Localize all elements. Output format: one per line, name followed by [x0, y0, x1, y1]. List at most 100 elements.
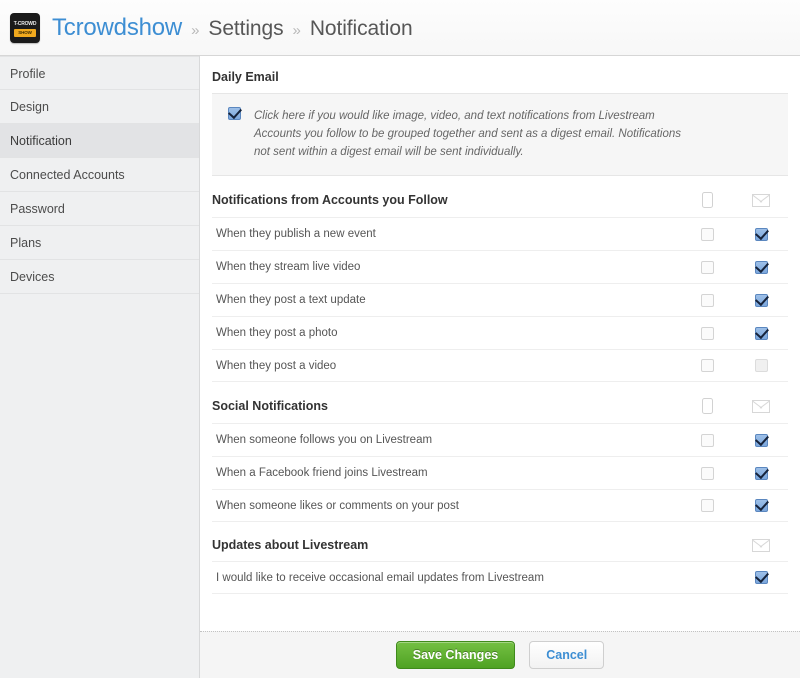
row-label: I would like to receive occasional email… [216, 571, 544, 584]
row-label: When they stream live video [216, 261, 361, 273]
email-notification-checkbox[interactable] [754, 326, 768, 340]
daily-email-description: Click here if you would like image, vide… [254, 110, 682, 158]
table-cell [680, 499, 734, 512]
table-cell [680, 293, 734, 307]
table-row: When someone likes or comments on your p… [212, 489, 788, 522]
table-row: When they publish a new event [212, 217, 788, 250]
breadcrumb-separator-icon: » [292, 21, 301, 39]
sidebar-item-label: Notification [10, 134, 72, 148]
section-title: Updates about Livestream [212, 538, 369, 552]
envelope-icon [752, 538, 770, 552]
notification-section: Updates about Livestream I would like to … [212, 522, 788, 594]
breadcrumb-account[interactable]: Tcrowdshow [52, 14, 182, 42]
logo-text-secondary: SHOW [14, 28, 36, 37]
table-cell [680, 359, 734, 372]
sidebar-item-label: Devices [10, 270, 55, 284]
mobile-notification-checkbox[interactable] [700, 293, 714, 307]
phone-icon [701, 192, 713, 208]
section-title: Social Notifications [212, 399, 328, 413]
mobile-notification-checkbox[interactable] [700, 326, 714, 340]
row-label: When they post a video [216, 359, 337, 372]
table-cell [680, 227, 734, 241]
table-cell [680, 326, 734, 340]
table-cell [734, 538, 788, 552]
sidebar-item-profile[interactable]: Profile [0, 56, 199, 90]
sidebar-item-design[interactable]: Design [0, 90, 199, 124]
sidebar-item-label: Design [10, 100, 49, 114]
table-cell [734, 326, 788, 340]
email-notification-checkbox[interactable] [754, 359, 768, 372]
form-footer: Save Changes Cancel [200, 631, 800, 678]
table-row: When someone follows you on Livestream [212, 423, 788, 456]
row-label: When they post a photo [216, 327, 338, 339]
email-notification-checkbox[interactable] [754, 499, 768, 512]
mobile-notification-checkbox[interactable] [700, 466, 714, 480]
row-label: When they post a text update [216, 294, 366, 306]
daily-email-title: Daily Email [212, 70, 279, 84]
envelope-icon [752, 193, 770, 207]
mobile-notification-checkbox[interactable] [700, 433, 714, 447]
email-notification-checkbox[interactable] [754, 571, 768, 584]
settings-sidebar: Profile Design Notification Connected Accou… [0, 56, 200, 678]
table-cell [734, 499, 788, 512]
notification-sections: Notifications from Accounts you Follow Wh… [212, 176, 788, 594]
notification-section: Social Notifications When someone follows… [212, 382, 788, 522]
table-cell [680, 466, 734, 480]
app-header: T-CROWD SHOW Tcrowdshow » Settings » Not… [0, 0, 800, 56]
daily-email-banner: Click here if you would like image, vide… [212, 93, 788, 176]
email-notification-checkbox[interactable] [754, 433, 768, 447]
table-cell [680, 192, 734, 208]
mobile-notification-checkbox[interactable] [700, 359, 714, 372]
notification-section: Notifications from Accounts you Follow Wh… [212, 176, 788, 382]
logo-text-primary: T-CROWD [13, 20, 37, 27]
sidebar-item-plans[interactable]: Plans [0, 226, 199, 260]
section-header: Notifications from Accounts you Follow [212, 176, 788, 217]
breadcrumb-notification: Notification [309, 16, 413, 40]
page-body: Profile Design Notification Connected Accou… [0, 56, 800, 678]
email-notification-checkbox[interactable] [754, 466, 768, 480]
account-logo: T-CROWD SHOW [10, 12, 40, 43]
sidebar-item-devices[interactable]: Devices [0, 260, 199, 294]
breadcrumb: Tcrowdshow » Settings » Notification [52, 14, 413, 42]
phone-icon [701, 398, 713, 414]
email-notification-checkbox[interactable] [754, 260, 768, 274]
table-row: I would like to receive occasional email… [212, 561, 788, 594]
sidebar-item-password[interactable]: Password [0, 192, 199, 226]
table-cell [680, 260, 734, 274]
section-header: Social Notifications [212, 382, 788, 423]
mobile-notification-checkbox[interactable] [700, 227, 714, 241]
table-cell [734, 359, 788, 372]
sidebar-item-connected-accounts[interactable]: Connected Accounts [0, 158, 199, 192]
section-title: Notifications from Accounts you Follow [212, 193, 448, 207]
mobile-notification-checkbox[interactable] [700, 499, 714, 512]
table-row: When a Facebook friend joins Livestream [212, 456, 788, 489]
sidebar-item-label: Connected Accounts [10, 168, 125, 182]
row-label: When they publish a new event [216, 228, 376, 240]
email-notification-checkbox[interactable] [754, 227, 768, 241]
table-cell [734, 466, 788, 480]
cancel-button[interactable]: Cancel [529, 640, 605, 670]
table-cell [734, 399, 788, 413]
email-notification-checkbox[interactable] [754, 293, 768, 307]
row-label: When a Facebook friend joins Livestream [216, 467, 428, 479]
settings-content: Daily Email Click here if you would like… [200, 56, 800, 678]
row-label: When someone follows you on Livestream [216, 434, 433, 446]
sidebar-item-label: Password [10, 202, 65, 216]
daily-email-checkbox[interactable] [228, 107, 241, 120]
table-cell [734, 571, 788, 584]
mobile-notification-checkbox[interactable] [700, 260, 714, 274]
table-cell [680, 398, 734, 414]
breadcrumb-settings[interactable]: Settings [208, 17, 283, 41]
save-changes-button[interactable]: Save Changes [395, 640, 516, 670]
table-row: When they post a photo [212, 316, 788, 349]
table-cell [734, 433, 788, 447]
sidebar-item-label: Profile [10, 67, 46, 81]
table-row: When they post a video [212, 349, 788, 382]
breadcrumb-separator-icon: » [191, 21, 200, 39]
table-row: When they post a text update [212, 283, 788, 316]
table-cell [734, 193, 788, 207]
table-cell [734, 260, 788, 274]
sidebar-item-notification[interactable]: Notification [0, 124, 199, 158]
table-cell [680, 433, 734, 447]
table-row: When they stream live video [212, 250, 788, 283]
